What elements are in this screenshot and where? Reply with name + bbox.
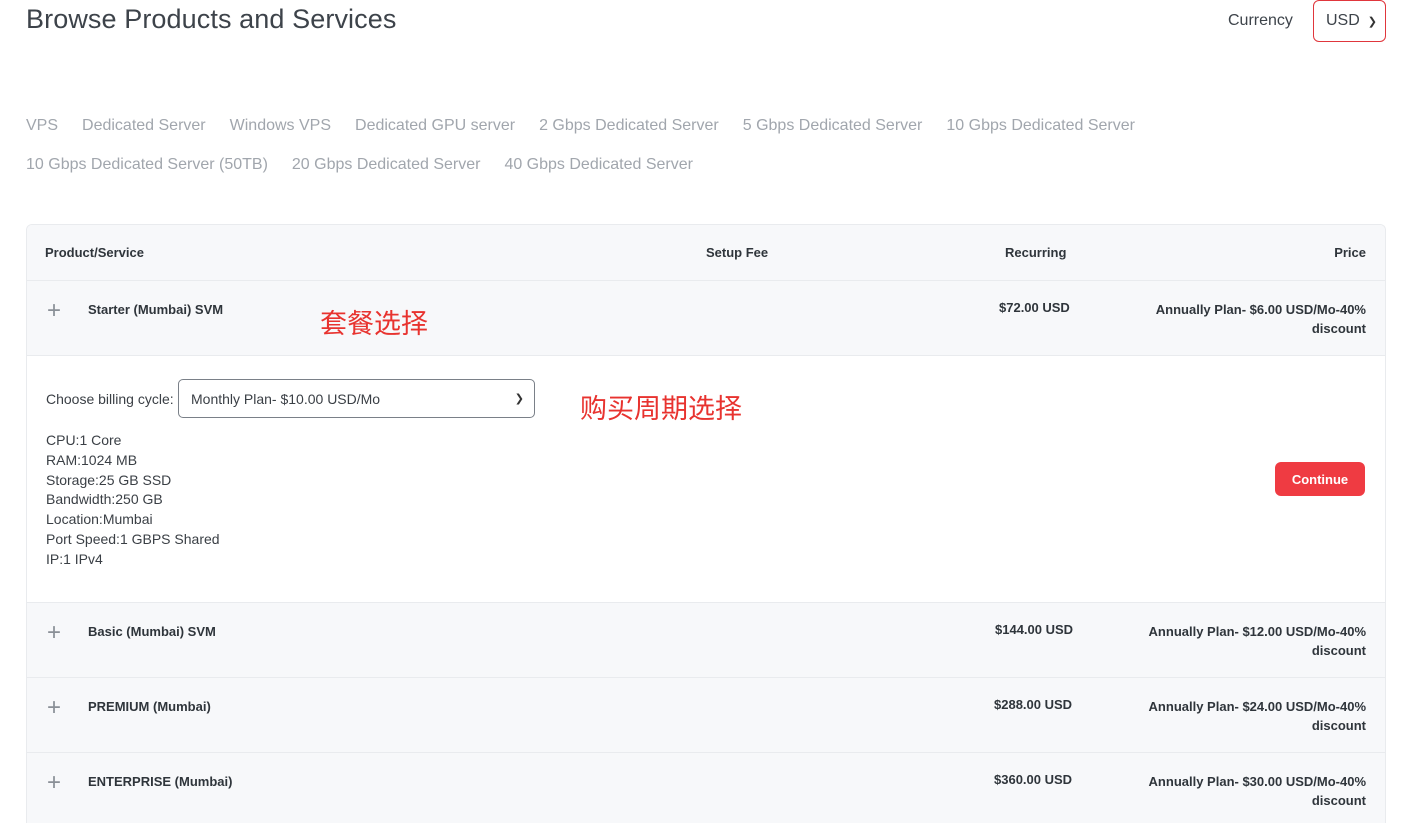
spec-line: Storage:25 GB SSD bbox=[46, 471, 172, 488]
header-recurring: Recurring bbox=[1005, 245, 1067, 260]
spec-line: CPU:1 Core bbox=[46, 432, 122, 448]
product-price: Annually Plan- $6.00 USD/Mo-40% discount bbox=[1155, 302, 1366, 336]
plus-icon[interactable]: + bbox=[47, 621, 61, 645]
table-row[interactable]: + PREMIUM (Mumbai) $288.00 USD Annually … bbox=[27, 678, 1385, 753]
product-recurring: $360.00 USD bbox=[994, 772, 1073, 787]
product-name: ENTERPRISE (Mumbai) bbox=[88, 774, 233, 789]
plus-icon[interactable]: + bbox=[47, 696, 61, 720]
annotation-cycle-select: 购买周期选择 bbox=[580, 394, 742, 425]
product-name: Starter (Mumbai) SVM bbox=[88, 302, 224, 317]
category-link-40gbps[interactable]: 40 Gbps Dedicated Server bbox=[504, 156, 693, 174]
currency-value: USD bbox=[1326, 12, 1360, 29]
billing-cycle-select[interactable]: Monthly Plan- $10.00 USD/Mo ❯ bbox=[178, 379, 535, 418]
spec-line: Location:Mumbai bbox=[46, 511, 153, 528]
category-link-10gbps-50tb[interactable]: 10 Gbps Dedicated Server (50TB) bbox=[26, 156, 268, 174]
currency-label: Currency bbox=[1228, 12, 1293, 29]
product-price: Annually Plan- $30.00 USD/Mo-40% discoun… bbox=[1148, 774, 1366, 808]
table-header: Product/Service Setup Fee Recurring Pric… bbox=[27, 225, 1385, 281]
category-link-5gbps[interactable]: 5 Gbps Dedicated Server bbox=[743, 117, 923, 135]
category-link-10gbps[interactable]: 10 Gbps Dedicated Server bbox=[946, 117, 1135, 135]
spec-line: IP:1 IPv4 bbox=[46, 550, 103, 567]
header-setup-fee: Setup Fee bbox=[706, 245, 769, 260]
chevron-down-icon: ❯ bbox=[1367, 15, 1377, 28]
product-price: Annually Plan- $24.00 USD/Mo-40% discoun… bbox=[1148, 699, 1366, 733]
spec-line: Bandwidth:250 GB bbox=[46, 491, 163, 508]
category-link-2gbps[interactable]: 2 Gbps Dedicated Server bbox=[539, 117, 719, 135]
spec-line: Port Speed:1 GBPS Shared bbox=[46, 530, 220, 547]
continue-button[interactable]: Continue bbox=[1275, 462, 1365, 496]
product-recurring: $144.00 USD bbox=[995, 622, 1074, 637]
header-product: Product/Service bbox=[45, 245, 144, 260]
products-table: Product/Service Setup Fee Recurring Pric… bbox=[26, 224, 1386, 823]
currency-select[interactable]: USD ❯ bbox=[1313, 0, 1386, 42]
product-recurring: $288.00 USD bbox=[994, 697, 1073, 712]
category-link-gpu-server[interactable]: Dedicated GPU server bbox=[355, 117, 515, 135]
category-row: 10 Gbps Dedicated Server (50TB) 20 Gbps … bbox=[26, 145, 1186, 184]
plus-icon[interactable]: + bbox=[47, 299, 61, 323]
billing-cycle-label: Choose billing cycle: bbox=[46, 391, 174, 407]
category-nav: VPS Dedicated Server Windows VPS Dedicat… bbox=[26, 106, 1186, 184]
table-row[interactable]: + Starter (Mumbai) SVM $72.00 USD Annual… bbox=[27, 281, 1385, 356]
product-name: Basic (Mumbai) SVM bbox=[88, 624, 216, 639]
category-link-20gbps[interactable]: 20 Gbps Dedicated Server bbox=[292, 156, 481, 174]
category-link-vps[interactable]: VPS bbox=[26, 117, 58, 135]
table-row[interactable]: + ENTERPRISE (Mumbai) $360.00 USD Annual… bbox=[27, 753, 1385, 823]
product-specs: CPU:1 Core RAM:1024 MB Storage:25 GB SSD… bbox=[46, 431, 220, 570]
plus-icon[interactable]: + bbox=[47, 771, 61, 795]
category-row: VPS Dedicated Server Windows VPS Dedicat… bbox=[26, 106, 1186, 145]
product-name: PREMIUM (Mumbai) bbox=[88, 699, 211, 714]
table-row[interactable]: + Basic (Mumbai) SVM $144.00 USD Annuall… bbox=[27, 603, 1385, 678]
chevron-down-icon: ❯ bbox=[514, 393, 524, 405]
spec-line: RAM:1024 MB bbox=[46, 451, 138, 468]
category-link-windows-vps[interactable]: Windows VPS bbox=[230, 117, 331, 135]
header-price: Price bbox=[1334, 245, 1366, 260]
annotation-plan-select: 套餐选择 bbox=[320, 309, 428, 340]
product-price: Annually Plan- $12.00 USD/Mo-40% discoun… bbox=[1148, 624, 1366, 658]
category-link-dedicated-server[interactable]: Dedicated Server bbox=[82, 117, 206, 135]
product-recurring: $72.00 USD bbox=[999, 300, 1070, 315]
billing-cycle-value: Monthly Plan- $10.00 USD/Mo bbox=[191, 390, 381, 407]
page-title: Browse Products and Services bbox=[26, 4, 397, 34]
